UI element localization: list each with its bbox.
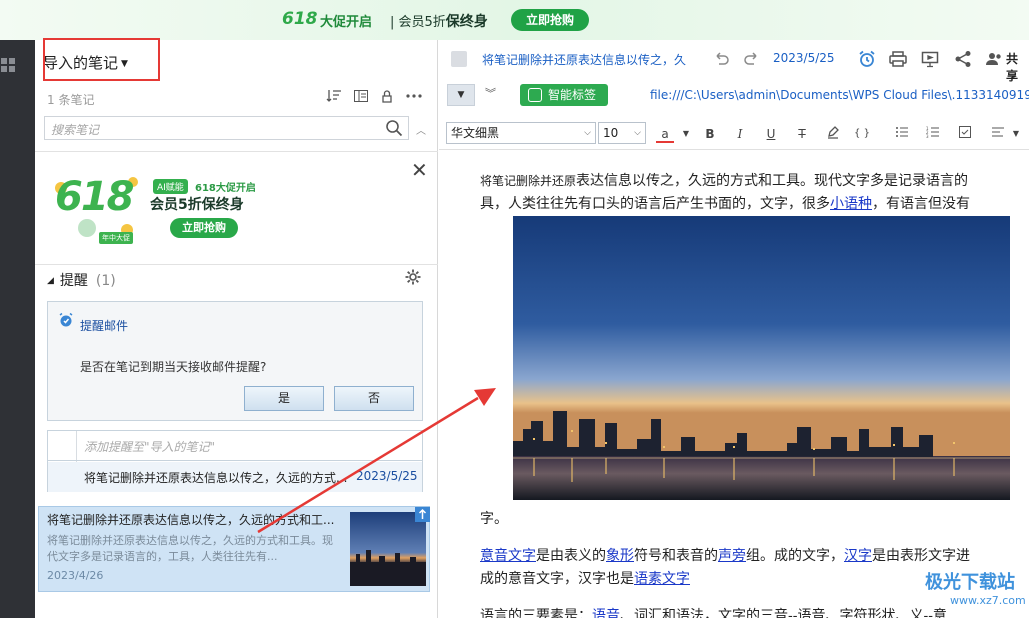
lock-icon[interactable]: [378, 88, 396, 106]
link-yuyin[interactable]: 语音: [592, 608, 620, 618]
users-icon[interactable]: [984, 49, 1004, 69]
reminder-header[interactable]: ◢ 提醒 (1): [47, 270, 116, 290]
redo-icon[interactable]: [742, 49, 762, 69]
share-icon[interactable]: [953, 49, 973, 69]
strikethrough-button[interactable]: T: [793, 125, 811, 143]
alarm-clock-icon: [58, 312, 74, 328]
gear-icon[interactable]: [404, 268, 422, 286]
no-button[interactable]: 否: [334, 386, 414, 411]
more-icon[interactable]: [405, 88, 423, 106]
collapse-icon[interactable]: ︾: [485, 85, 496, 101]
pin-icon[interactable]: [415, 507, 430, 522]
share-label[interactable]: 共享: [1006, 50, 1029, 84]
present-icon[interactable]: [920, 49, 940, 69]
night-city-photo: [513, 216, 1010, 500]
print-icon[interactable]: [888, 49, 908, 69]
watermark-logo: 极光下载站: [925, 572, 1015, 593]
checkbox-icon[interactable]: [956, 125, 974, 143]
link-yiyinwenzi[interactable]: 意音文字: [480, 548, 536, 564]
mail-question: 是否在笔记到期当天接收邮件提醒?: [80, 360, 267, 374]
numbered-list-icon[interactable]: 123: [924, 125, 942, 143]
file-path-link[interactable]: file:///C:\Users\admin\Documents\WPS Clo…: [650, 88, 1029, 102]
link-xiaoyuzhong[interactable]: 小语种: [830, 196, 872, 212]
search-icon[interactable]: [384, 118, 404, 138]
editor-panel: 将笔记删除并还原表达信息以传之，久 2023/5/25 共享 ▼ ︾ 智能标签 …: [439, 40, 1029, 618]
format-toolbar: 华文细黑 ⌵ 10 ⌵ a ▼ B I U T { } 123 ▼: [439, 120, 1029, 150]
link-yusuwenzi[interactable]: 语素文字: [634, 571, 690, 587]
close-icon[interactable]: ✕: [411, 158, 428, 182]
note-icon: [451, 51, 467, 67]
ad-618-sub: 年中大促: [99, 232, 133, 244]
link-shengpang[interactable]: 声旁: [718, 548, 746, 564]
mail-title: 提醒邮件: [80, 319, 129, 333]
banner-text-1: 大促开启: [320, 15, 373, 30]
yes-button[interactable]: 是: [244, 386, 324, 411]
note-count: 1 条笔记: [47, 93, 95, 107]
bullet-list-icon[interactable]: [893, 125, 911, 143]
app-left-bar: [0, 40, 35, 618]
reminder-item-date: 2023/5/25: [356, 469, 418, 483]
reminder-item[interactable]: 将笔记删除并还原表达信息以传之，久远的方式... 2023/5/25: [48, 462, 422, 492]
smart-tag-button[interactable]: 智能标签: [520, 84, 608, 106]
editor-note-title[interactable]: 将笔记删除并还原表达信息以传之，久: [482, 51, 686, 68]
search-field[interactable]: 搜索笔记: [44, 116, 409, 140]
banner-text-2: | 会员5折保终身: [390, 14, 488, 30]
font-select[interactable]: 华文细黑 ⌵: [446, 122, 596, 144]
scroll-up-arrow[interactable]: ︿: [416, 122, 426, 137]
svg-text:3: 3: [926, 134, 929, 139]
font-size-select[interactable]: 10 ⌵: [598, 122, 646, 144]
ad-buy-button[interactable]: 立即抢购: [170, 218, 238, 238]
sort-icon[interactable]: [325, 88, 343, 106]
undo-icon[interactable]: [711, 49, 731, 69]
ad-618: 618: [55, 174, 134, 220]
promo-banner[interactable]: 618 大促开启 | 会员5折保终身 立即抢购: [0, 0, 1029, 40]
view-layout-icon[interactable]: [352, 88, 370, 106]
align-dropdown[interactable]: ▼: [1007, 125, 1025, 143]
font-color-dropdown[interactable]: ▼: [677, 125, 695, 143]
banner-618: 618: [282, 9, 318, 29]
notebook-title-dropdown[interactable]: 导入的笔记 ▼: [43, 52, 128, 73]
align-icon[interactable]: [989, 125, 1007, 143]
chevron-down-icon[interactable]: ▼: [447, 84, 475, 106]
note-card[interactable]: 将笔记删除并还原表达信息以传之，久远的方式和工... 将笔记删除并还原表达信息以…: [38, 506, 430, 592]
editor-subbar: ▼ ︾ 智能标签 file:///C:\Users\admin\Document…: [439, 82, 1029, 110]
apps-grid-icon[interactable]: [1, 58, 15, 72]
editor-title-bar: 将笔记删除并还原表达信息以传之，久 2023/5/25 共享: [439, 40, 1029, 83]
reminder-item-title: 将笔记删除并还原表达信息以传之，久远的方式...: [84, 471, 348, 485]
note-card-date: 2023/4/26: [47, 569, 104, 582]
italic-button[interactable]: I: [731, 125, 749, 143]
reminder-list: 添加提醒至"导入的笔记" 将笔记删除并还原表达信息以传之，久远的方式... 20…: [47, 430, 423, 492]
code-button[interactable]: { }: [853, 125, 871, 143]
note-card-title: 将笔记删除并还原表达信息以传之，久远的方式和工...: [47, 513, 335, 527]
note-thumbnail: [350, 512, 426, 586]
banner-buy-button[interactable]: 立即抢购: [511, 9, 589, 31]
notes-panel: 导入的笔记 ▼ 1 条笔记 搜索笔记 ︿ 618 年中大促 AI赋能 618大促开…: [35, 40, 438, 618]
reminder-mail-box: 提醒邮件 是否在笔记到期当天接收邮件提醒? 是 否: [47, 301, 423, 421]
tag-icon: [528, 88, 542, 102]
font-color-button[interactable]: a: [656, 125, 674, 143]
ad-line-1: 618大促开启: [195, 183, 256, 194]
add-reminder-row[interactable]: 添加提醒至"导入的笔记": [48, 431, 422, 461]
underline-button[interactable]: U: [762, 125, 780, 143]
link-xiangxing[interactable]: 象形: [606, 548, 634, 564]
bold-button[interactable]: B: [701, 125, 719, 143]
note-card-preview: 将笔记删除并还原表达信息以传之，久远的方式和工具。现代文字多是记录语言的，工具，…: [47, 534, 333, 563]
editor-date: 2023/5/25: [773, 51, 835, 65]
search-placeholder: 搜索笔记: [51, 123, 100, 137]
ad-card[interactable]: 618 年中大促 AI赋能 618大促开启 会员5折保终身 立即抢购 ✕: [35, 151, 438, 265]
alarm-icon[interactable]: [857, 49, 877, 69]
note-document[interactable]: 将笔记删除并还原表达信息以传之，久远的方式和工具。现代文字多是记录语言的 具，人…: [480, 170, 1029, 618]
highlight-icon[interactable]: [824, 125, 842, 143]
ad-line-2: 会员5折保终身: [150, 197, 244, 213]
watermark-url: www.xz7.com: [950, 594, 1026, 607]
link-hanzi[interactable]: 汉字: [844, 548, 872, 564]
ad-ai-badge: AI赋能: [153, 179, 188, 194]
